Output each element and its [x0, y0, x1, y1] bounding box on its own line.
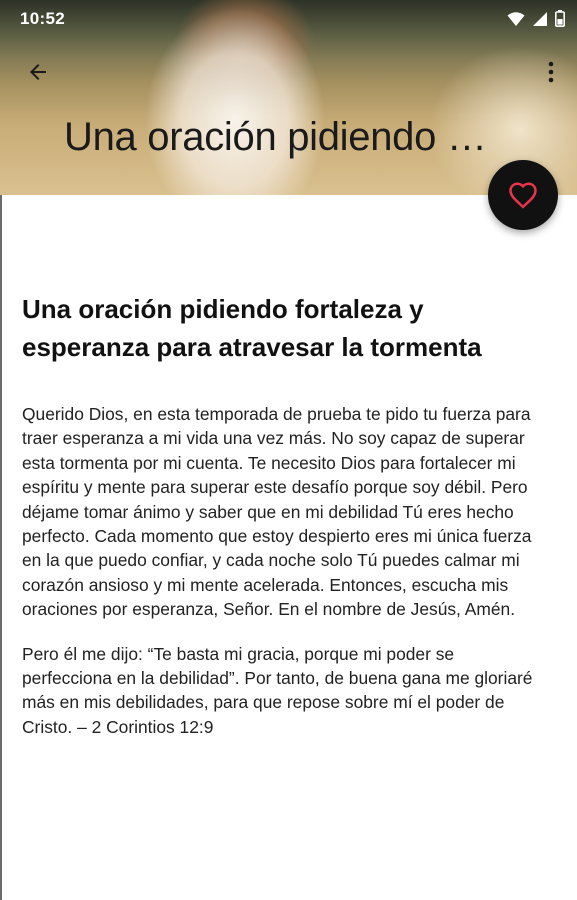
more-vertical-icon	[548, 61, 554, 83]
back-button[interactable]	[18, 52, 58, 92]
more-options-button[interactable]	[537, 52, 565, 92]
status-bar: 10:52	[0, 0, 577, 36]
heart-outline-icon	[509, 182, 537, 209]
signal-icon	[533, 11, 547, 26]
article: Una oración pidiendo fortaleza y esperan…	[22, 290, 542, 739]
article-title: Una oración pidiendo fortaleza y esperan…	[22, 294, 482, 362]
status-time: 10:52	[20, 9, 65, 28]
battery-icon	[555, 10, 565, 27]
arrow-left-icon	[30, 64, 46, 80]
header-image: 10:52 Una oración pidiendo fortalez	[0, 0, 577, 195]
bible-verse: Pero él me dijo: “Te basta mi gracia, po…	[22, 643, 533, 737]
prayer-text: Querido Dios, en esta temporada de prueb…	[22, 404, 532, 620]
toolbar-title: Una oración pidiendo fortaleza y esperan…	[64, 115, 494, 159]
status-icons	[507, 10, 565, 27]
wifi-icon	[507, 11, 525, 26]
favorite-button[interactable]	[488, 160, 558, 230]
